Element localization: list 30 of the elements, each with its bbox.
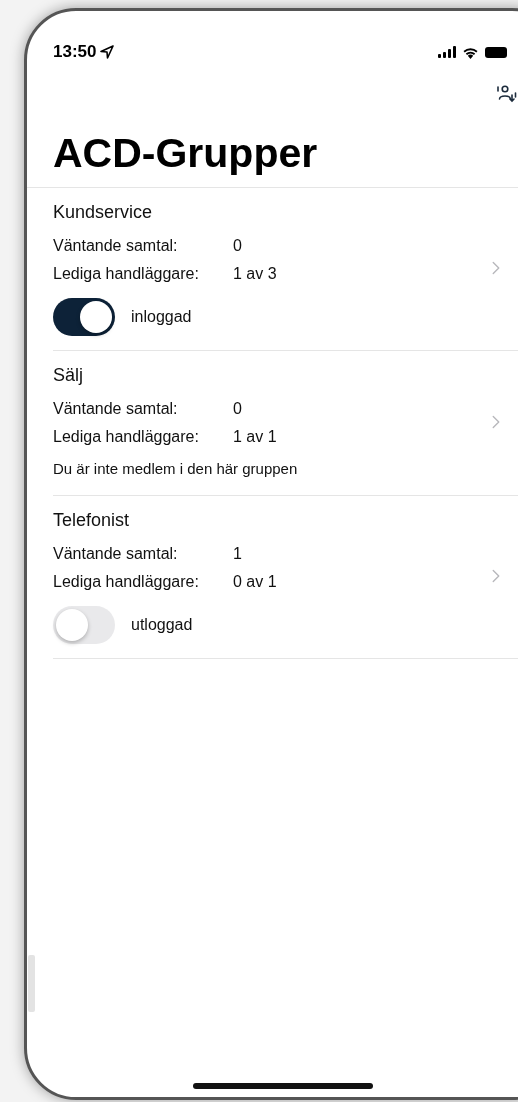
stat-label: Väntande samtal:	[53, 544, 179, 564]
stat-label: Lediga handläggare:	[53, 264, 200, 284]
status-time: 13:50	[53, 41, 97, 64]
stat-value: 0	[233, 236, 242, 256]
group-row[interactable]: Sälj Väntande samtal: 0 Lediga handläggare: 1 av 1 Du är inte medlem i den här gruppen	[53, 351, 518, 496]
page-title: ACD-Grupper	[52, 129, 319, 177]
location-icon	[100, 45, 115, 59]
membership-note: Du är inte medlem i den här gruppen	[53, 459, 299, 479]
wifi-icon	[462, 45, 479, 59]
stat-label: Lediga handläggare:	[53, 427, 200, 447]
user-switch-icon[interactable]	[497, 85, 517, 103]
stat-value: 0	[233, 399, 242, 419]
group-name: Kundservice	[53, 201, 154, 224]
toggle-label: inloggad	[131, 307, 192, 327]
toggle-label: utloggad	[131, 615, 193, 635]
group-row[interactable]: Kundservice Väntande samtal: 0 Lediga handläggare: 1 av 3 inloggad	[53, 188, 518, 351]
stat-value: 0 av 1	[233, 572, 277, 592]
group-name: Sälj	[53, 364, 84, 387]
signal-icon	[438, 46, 456, 58]
group-row[interactable]: Telefonist Väntande samtal: 1 Lediga handläggare: 0 av 1 utloggad	[53, 496, 518, 659]
toggle-switch[interactable]	[53, 298, 115, 336]
battery-icon	[485, 46, 507, 58]
stat-label: Väntande samtal:	[53, 236, 179, 256]
stat-value: 1 av 1	[233, 427, 277, 447]
stat-value: 1	[233, 544, 242, 564]
toggle-switch[interactable]	[53, 606, 115, 644]
stat-value: 1 av 3	[233, 264, 277, 284]
stat-label: Lediga handläggare:	[53, 572, 200, 592]
group-name: Telefonist	[53, 509, 131, 532]
stat-label: Väntande samtal:	[53, 399, 179, 419]
